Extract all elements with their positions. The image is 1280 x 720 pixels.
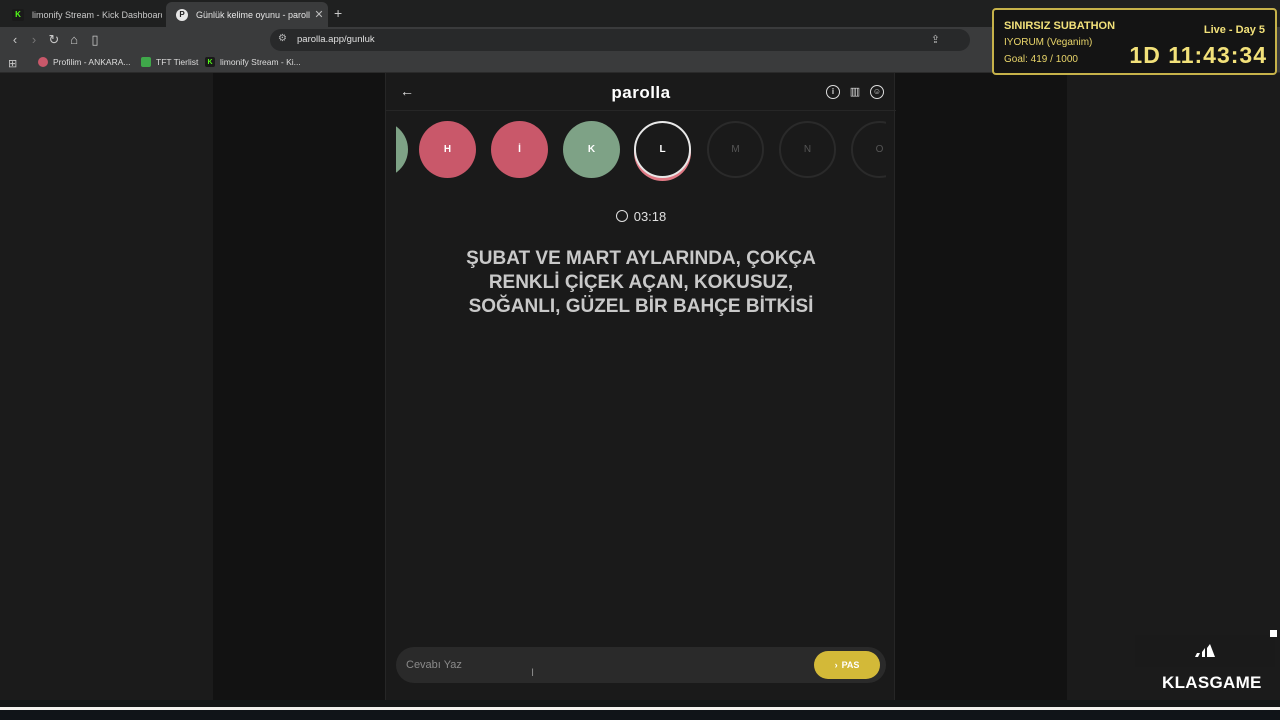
subathon-overlay: SINIRSIZ SUBATHON Live - Day 5 IYORUM (V… [992, 8, 1277, 75]
text-cursor-icon: I [531, 667, 535, 679]
bookmark-label: Profilim - ANKARA... [53, 57, 131, 67]
url-text: parolla.app/gunluk [297, 34, 375, 45]
taskbar: ▬▬▬▬▬▬▬▬▬▬▬▬▬▬▬▬▬▬▬▬▬▬▬▬▬▬▬▬▬▬▬▬▬▬▬▬▬▬▬▬… [0, 700, 1280, 720]
letter-circle: K [563, 121, 620, 178]
back-icon[interactable]: ‹ [6, 31, 24, 49]
header-icons: i ▥ ☺ [826, 85, 884, 99]
close-tab-icon[interactable]: ✕ [310, 8, 328, 21]
stats-icon[interactable]: ▥ [848, 85, 862, 99]
chevron-right-icon: › [834, 660, 838, 670]
home-icon[interactable]: ⌂ [65, 31, 83, 49]
pass-label: PAS [841, 660, 860, 670]
answer-input[interactable] [406, 655, 806, 675]
pass-button[interactable]: › PAS [814, 651, 880, 679]
info-icon[interactable]: i [826, 85, 840, 99]
reload-icon[interactable]: ↻ [45, 31, 63, 49]
new-tab-icon[interactable]: + [334, 5, 342, 21]
letter-carousel: H İ K L M N O [396, 117, 886, 187]
letter-circle: O [851, 121, 886, 178]
subathon-countdown: 1D 11:43:34 [1129, 42, 1267, 68]
sponsor-name: KLASGAME [1162, 673, 1262, 692]
letter-circle: H [419, 121, 476, 178]
parolla-favicon-icon: P [176, 8, 188, 21]
apps-grid-icon[interactable]: ⊞ [8, 57, 17, 70]
bookmark-favicon-icon [141, 57, 151, 67]
question-line: ŞUBAT VE MART AYLARINDA, ÇOKÇA [466, 248, 816, 269]
letter-circle: N [779, 121, 836, 178]
active-letter-circle: L [634, 121, 691, 178]
letter-circle [396, 121, 408, 178]
sidebar-icon[interactable]: ▯ [86, 31, 104, 49]
kick-favicon-icon: K [12, 8, 24, 21]
kick-favicon-icon: K [205, 57, 215, 67]
letter-circle: İ [491, 121, 548, 178]
timer-value: 03:18 [633, 209, 667, 224]
tab-label: Günlük kelime oyunu - parolla [196, 9, 310, 20]
question-line: SOĞANLI, GÜZEL BİR BAHÇE BİTKİSİ [468, 296, 814, 317]
answer-bar: › PAS [396, 647, 886, 683]
app-header: ← parolla i ▥ ☺ [386, 73, 896, 111]
bookmark-favicon-icon [38, 57, 48, 67]
goal-counter: Goal: 419 / 1000 [1004, 54, 1078, 65]
clock-icon [615, 210, 628, 222]
url-bar[interactable]: ⚙ parolla.app/gunluk ⇪ [270, 29, 970, 51]
tab-label: limonify Stream - Kick Dashboard [32, 9, 162, 20]
subathon-title: SINIRSIZ SUBATHON [1004, 20, 1116, 32]
app-logo: parolla [611, 83, 671, 102]
site-info-icon[interactable]: ⚙ [278, 33, 287, 44]
bookmark-tft-tierlist[interactable]: TFT Tierlist [141, 57, 198, 67]
share-icon[interactable]: ⇪ [931, 33, 940, 46]
bookmark-label: TFT Tierlist [156, 57, 199, 67]
bookmark-profilim[interactable]: Profilim - ANKARA... [38, 57, 130, 67]
subathon-subtitle: IYORUM (Veganim) [1004, 37, 1093, 48]
live-day-label: Live - Day 5 [1203, 24, 1265, 36]
page-right-margin [1067, 73, 1280, 700]
profile-icon[interactable]: ☺ [870, 85, 884, 99]
page-left-margin [0, 73, 213, 700]
klasgame-logo: KLASGAME [1162, 673, 1262, 693]
parolla-app: ← parolla i ▥ ☺ H İ K L M N O 03:18 ŞUBA… [385, 73, 896, 700]
forward-icon[interactable]: › [25, 31, 43, 49]
countdown-timer: 03:18 [386, 209, 896, 224]
adidas-logo-icon [1195, 644, 1215, 657]
question-text: ŞUBAT VE MART AYLARINDA, ÇOKÇA RENKLİ Çİ… [441, 247, 841, 319]
question-line: RENKLİ ÇİÇEK AÇAN, KOKUSUZ, [488, 272, 794, 293]
tab-parolla[interactable]: P Günlük kelime oyunu - parolla ✕ [166, 2, 328, 27]
chat-marquee: ▬▬▬▬▬▬▬▬▬▬▬▬▬▬▬▬▬▬▬▬▬▬▬▬▬▬▬▬▬▬▬▬▬▬▬▬▬▬▬▬… [0, 702, 1280, 713]
tab-kick-dashboard[interactable]: K limonify Stream - Kick Dashboard [2, 2, 162, 27]
bookmark-label: limonify Stream - Ki... [220, 57, 301, 67]
overlay-marker [1270, 630, 1277, 637]
letter-circle: M [707, 121, 764, 178]
bookmark-kick[interactable]: K limonify Stream - Ki... [205, 57, 301, 67]
